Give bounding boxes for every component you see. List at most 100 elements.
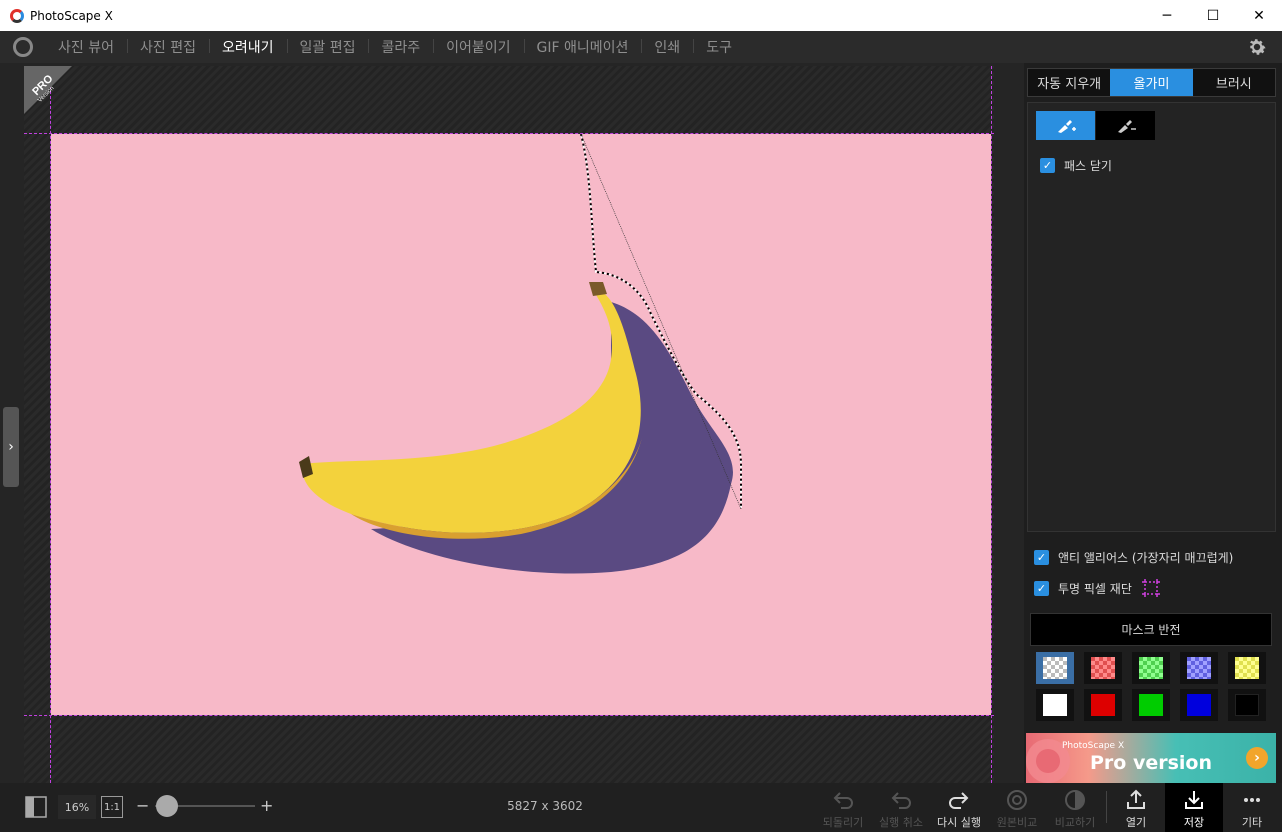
more-label: 기타 — [1241, 816, 1263, 829]
menu-print[interactable]: 인쇄 — [641, 37, 693, 57]
crop-icon — [1141, 579, 1160, 597]
menu-cut-out[interactable]: 오려내기 — [208, 37, 287, 57]
main-menu: 사진 뷰어 사진 편집 오려내기 일괄 편집 콜라주 이어붙이기 GIF 애니메… — [0, 31, 1282, 63]
swatch-black[interactable] — [1228, 689, 1266, 721]
mask-invert-button[interactable]: 마스크 반전 — [1030, 613, 1272, 646]
compare-original-icon — [1007, 790, 1027, 810]
menu-photo-viewer[interactable]: 사진 뷰어 — [45, 37, 127, 57]
redo-label: 다시 실행 — [937, 816, 981, 829]
guide-line-left — [50, 66, 51, 783]
minimize-button[interactable]: ─ — [1144, 0, 1190, 31]
zoom-slider-thumb[interactable] — [156, 795, 178, 817]
canvas-area[interactable]: PRO Version › — [0, 63, 1024, 783]
mode-tabs: 자동 지우개 올가미 브러시 — [1027, 68, 1276, 97]
tab-auto-eraser[interactable]: 자동 지우개 — [1028, 69, 1111, 96]
menu-gif-animation[interactable]: GIF 애니메이션 — [523, 37, 642, 57]
crop-transparent-option[interactable]: ✓ 투명 픽셀 재단 — [1034, 578, 1161, 598]
panel-layout-icon[interactable] — [25, 796, 47, 818]
save-button[interactable]: 저장 — [1165, 783, 1223, 832]
compare-icon — [1065, 790, 1085, 810]
brush-remove-button[interactable] — [1096, 111, 1155, 140]
side-panel-toggle[interactable]: › — [3, 407, 19, 487]
crop-transparent-checkbox[interactable]: ✓ — [1034, 580, 1049, 596]
tab-brush[interactable]: 브러시 — [1192, 69, 1275, 96]
undo-button[interactable]: 실행 취소 — [872, 783, 930, 832]
swatch-red[interactable] — [1084, 689, 1122, 721]
brush-remove-icon — [1117, 119, 1136, 133]
redo-icon — [949, 792, 969, 809]
undo-label: 실행 취소 — [879, 816, 923, 829]
settings-gear-icon[interactable] — [1246, 36, 1268, 58]
tab-lasso[interactable]: 올가미 — [1110, 69, 1193, 96]
compare-button[interactable]: 비교하기 — [1046, 783, 1104, 832]
guide-line-top — [24, 133, 994, 134]
ad-arrow-icon: › — [1246, 747, 1268, 769]
open-button[interactable]: 열기 — [1107, 783, 1165, 832]
close-button[interactable]: ✕ — [1236, 0, 1282, 31]
close-path-option[interactable]: ✓ 패스 닫기 — [1040, 157, 1112, 174]
checker-blue-chip — [1187, 657, 1211, 679]
open-label: 열기 — [1125, 816, 1147, 829]
antialias-option[interactable]: ✓ 앤티 앨리어스 (가장자리 매끄럽게) — [1034, 549, 1233, 566]
swatch-blue[interactable] — [1180, 689, 1218, 721]
white-chip — [1043, 694, 1067, 716]
swatch-checker-red[interactable] — [1084, 652, 1122, 684]
menu-photo-editor[interactable]: 사진 편집 — [126, 37, 209, 57]
red-chip — [1091, 694, 1115, 716]
swatch-checker-blue[interactable] — [1180, 652, 1218, 684]
ad-small-text: PhotoScape X — [1062, 741, 1125, 751]
swatch-checker-gray[interactable] — [1036, 652, 1074, 684]
lasso-tool-box: ✓ 패스 닫기 — [1027, 102, 1276, 532]
checker-yellow-chip — [1235, 657, 1259, 679]
zoom-actual-size-button[interactable]: 1:1 — [101, 796, 123, 818]
checker-green-chip — [1139, 657, 1163, 679]
revert-label: 되돌리기 — [822, 816, 864, 829]
maximize-button[interactable]: ☐ — [1190, 0, 1236, 31]
menu-collage[interactable]: 콜라주 — [368, 37, 433, 57]
swatch-checker-yellow[interactable] — [1228, 652, 1266, 684]
pro-version-badge: PRO Version — [24, 66, 72, 114]
close-path-checkbox[interactable]: ✓ — [1040, 158, 1055, 173]
ad-big-text: Pro version — [1090, 752, 1213, 774]
checker-gray-chip — [1043, 657, 1067, 679]
chevron-right-icon: › — [8, 439, 14, 455]
menu-combine[interactable]: 이어붙이기 — [433, 37, 523, 57]
antialias-checkbox[interactable]: ✓ — [1034, 550, 1049, 565]
antialias-label: 앤티 앨리어스 (가장자리 매끄럽게) — [1058, 551, 1234, 565]
close-path-label: 패스 닫기 — [1064, 159, 1112, 173]
save-icon — [1185, 791, 1203, 809]
swatch-green[interactable] — [1132, 689, 1170, 721]
right-panel: 자동 지우개 올가미 브러시 ✓ 패스 닫기 ✓ 앤티 앨리어스 (가장자리 매… — [1024, 63, 1282, 783]
zoom-out-button[interactable]: − — [136, 796, 149, 815]
black-chip — [1235, 694, 1259, 716]
compare-label: 비교하기 — [1054, 816, 1096, 829]
pro-version-ad-banner[interactable]: PhotoScape X Pro version › — [1026, 733, 1276, 783]
banana-image — [299, 134, 742, 574]
swatch-checker-green[interactable] — [1132, 652, 1170, 684]
swatch-white[interactable] — [1036, 689, 1074, 721]
zoom-in-button[interactable]: + — [260, 796, 273, 815]
guide-line-bottom — [24, 715, 994, 716]
menu-tools[interactable]: 도구 — [693, 37, 745, 57]
more-button[interactable]: 기타 — [1223, 783, 1281, 832]
guide-line-right — [991, 66, 992, 783]
revert-button[interactable]: 되돌리기 — [814, 783, 872, 832]
compare-original-button[interactable]: 원본비교 — [988, 783, 1046, 832]
checker-red-chip — [1091, 657, 1115, 679]
blue-chip — [1187, 694, 1211, 716]
zoom-value[interactable]: 16% — [58, 795, 96, 819]
app-logo-icon — [10, 8, 24, 23]
brush-add-icon — [1057, 119, 1076, 133]
green-chip — [1139, 694, 1163, 716]
brush-add-button[interactable] — [1036, 111, 1095, 140]
menu-batch-edit[interactable]: 일괄 편집 — [286, 37, 369, 57]
window-title: PhotoScape X — [30, 8, 113, 23]
bottom-toolbar: 16% 1:1 − + 5827 x 3602 되돌리기 실행 취소 다시 실행… — [0, 783, 1282, 832]
open-icon — [1127, 789, 1145, 809]
image-canvas[interactable] — [51, 134, 991, 715]
revert-icon — [833, 792, 853, 809]
redo-button[interactable]: 다시 실행 — [930, 783, 988, 832]
app-home-icon[interactable] — [13, 37, 33, 57]
crop-transparent-label: 투명 픽셀 재단 — [1058, 581, 1132, 596]
image-dimensions: 5827 x 3602 — [507, 799, 583, 813]
